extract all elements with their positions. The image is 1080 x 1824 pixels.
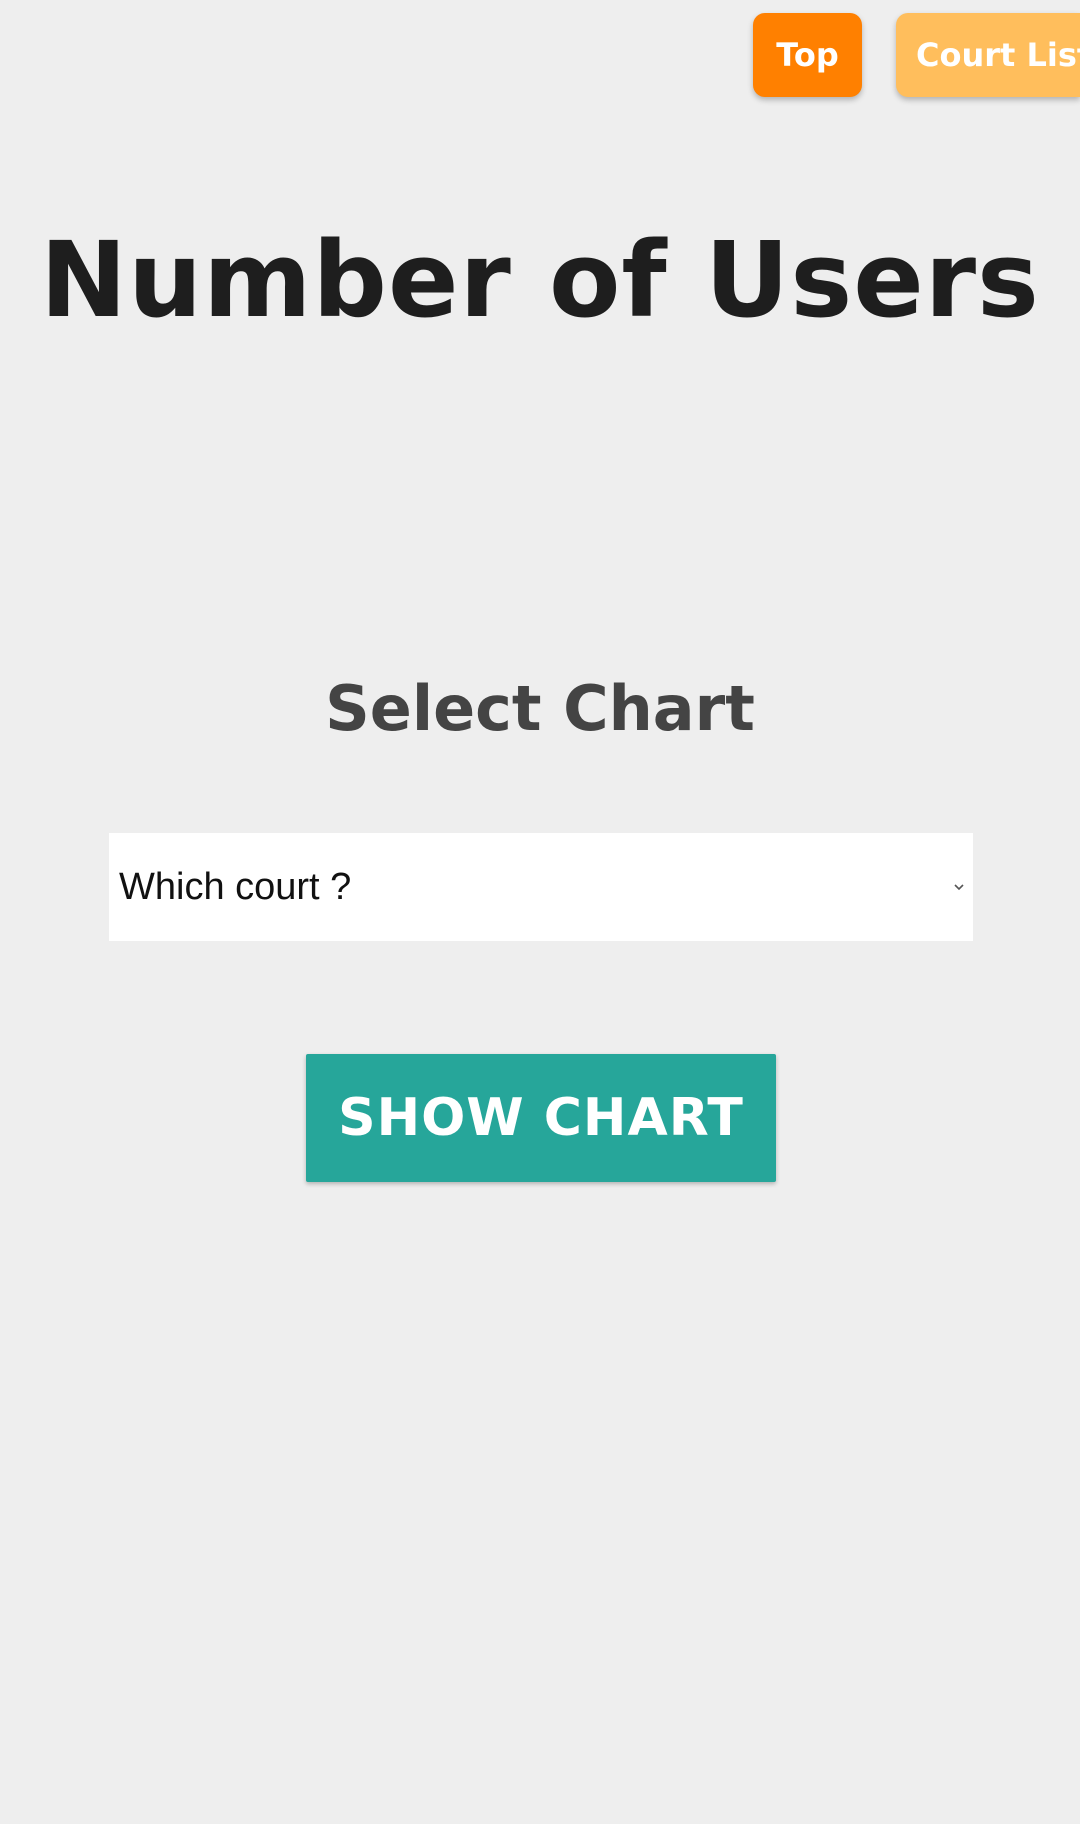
- show-chart-button[interactable]: SHOW CHART: [306, 1054, 776, 1182]
- top-button[interactable]: Top: [753, 13, 862, 97]
- court-select[interactable]: Which court ?: [109, 833, 973, 941]
- page-title: Number of Users: [40, 219, 1040, 341]
- select-chart-heading: Select Chart: [325, 672, 755, 745]
- court-list-button-label: Court List: [916, 36, 1080, 74]
- top-button-label: Top: [776, 36, 839, 74]
- chevron-down-icon: [954, 884, 964, 891]
- court-list-button[interactable]: Court List: [896, 13, 1080, 97]
- show-chart-button-label: SHOW CHART: [338, 1088, 744, 1148]
- court-select-value: Which court ?: [119, 865, 352, 908]
